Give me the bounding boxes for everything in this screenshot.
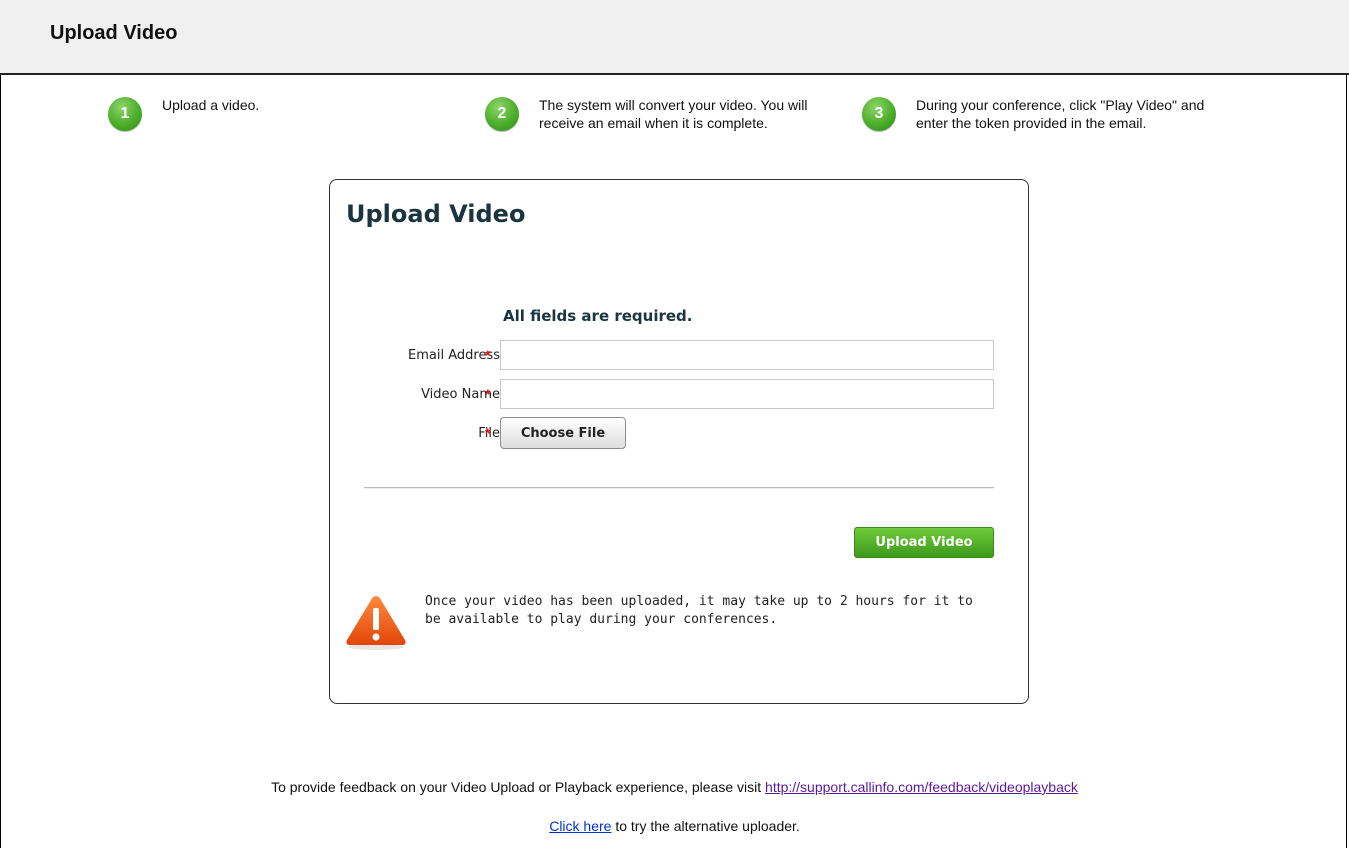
step-2: 2 The system will convert your video. Yo…: [485, 96, 824, 132]
required-star-icon: *: [485, 386, 491, 402]
email-field[interactable]: [500, 340, 994, 370]
required-note: All fields are required.: [503, 307, 693, 325]
alternative-uploader-text: to try the alternative uploader.: [611, 818, 800, 834]
step-1-number-icon: 1: [108, 97, 142, 131]
step-3-number-icon: 3: [862, 97, 896, 131]
form-divider: [364, 487, 994, 489]
choose-file-button[interactable]: Choose File: [500, 417, 626, 449]
file-row: File * Choose File: [330, 417, 1030, 450]
required-star-icon: *: [485, 347, 491, 363]
form-title: Upload Video: [346, 200, 526, 228]
page-title: Upload Video: [50, 22, 178, 44]
feedback-line: To provide feedback on your Video Upload…: [0, 779, 1349, 795]
video-name-row: Video Name *: [330, 379, 1030, 411]
step-2-text: The system will convert your video. You …: [539, 97, 808, 131]
step-1-text: Upload a video.: [162, 97, 260, 113]
page-header: Upload Video: [0, 0, 1349, 75]
required-star-icon: *: [485, 425, 491, 441]
video-name-field[interactable]: [500, 379, 994, 409]
feedback-text: To provide feedback on your Video Upload…: [271, 779, 766, 795]
step-2-number-icon: 2: [485, 97, 519, 131]
step-3: 3 During your conference, click "Play Vi…: [862, 96, 1216, 132]
upload-form-panel: Upload Video All fields are required. Em…: [329, 179, 1029, 704]
alternative-uploader-line: Click here to try the alternative upload…: [0, 818, 1349, 834]
feedback-link[interactable]: http://support.callinfo.com/feedback/vid…: [765, 779, 1078, 795]
upload-notice: Once your video has been uploaded, it ma…: [425, 594, 973, 627]
upload-video-button[interactable]: Upload Video: [854, 527, 994, 558]
email-row: Email Address *: [330, 340, 1030, 372]
step-1: 1 Upload a video.: [108, 96, 362, 131]
warning-icon: [346, 596, 406, 650]
step-3-text: During your conference, click "Play Vide…: [916, 97, 1205, 131]
alternative-uploader-link[interactable]: Click here: [549, 818, 611, 834]
